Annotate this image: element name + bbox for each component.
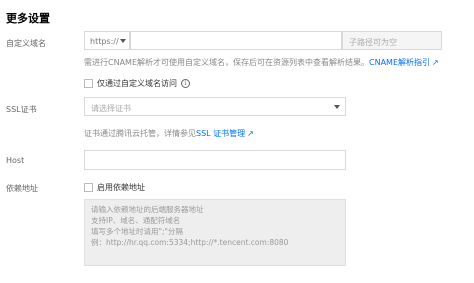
- protocol-value: https://: [90, 37, 119, 46]
- info-icon[interactable]: i: [181, 79, 190, 88]
- only-custom-domain-row: 仅通过自定义域名访问 i: [84, 78, 190, 89]
- only-custom-domain-checkbox[interactable]: [84, 79, 93, 88]
- only-custom-domain-label: 仅通过自定义域名访问: [97, 79, 177, 88]
- external-link-icon: ↗: [432, 58, 439, 67]
- dependency-hint-line: 例：http://hr.qq.com:5334;http://*.tencent…: [91, 238, 289, 247]
- path-input[interactable]: 子路径可为空: [342, 31, 442, 50]
- dependency-textarea[interactable]: 请输入依赖地址的后端服务器地址 支持IP、域名、通配符域名 填写多个地址时请用"…: [84, 199, 346, 266]
- ssl-select[interactable]: 请选择证书: [84, 97, 346, 116]
- ssl-select-placeholder: 请选择证书: [91, 104, 131, 113]
- chevron-down-icon: [120, 39, 126, 43]
- cname-guide-link[interactable]: CNAME解析指引 ↗: [369, 58, 439, 67]
- ssl-label: SSL证书: [6, 105, 37, 114]
- dependency-checkbox[interactable]: [84, 183, 93, 192]
- host-label: Host: [6, 156, 25, 165]
- custom-domain-help-text: 需进行CNAME解析才可使用自定义域名，保存后可在资源列表中查看解析结果。: [84, 58, 369, 67]
- dependency-hint-line: 填写多个地址时请用";"分隔: [91, 227, 183, 236]
- cname-guide-link-text: CNAME解析指引: [369, 58, 430, 67]
- protocol-select[interactable]: https://: [84, 31, 130, 50]
- external-link-icon: ↗: [247, 129, 254, 138]
- custom-domain-help: 需进行CNAME解析才可使用自定义域名，保存后可在资源列表中查看解析结果。CNA…: [84, 57, 439, 68]
- ssl-help-text: 证书通过腾讯云托管，详情参见: [84, 129, 196, 138]
- host-input[interactable]: [84, 150, 346, 170]
- dependency-hint-line: 请输入依赖地址的后端服务器地址: [91, 205, 204, 214]
- dependency-checkbox-row: 启用依赖地址: [84, 182, 145, 193]
- ssl-management-link-text: SSL 证书管理: [196, 129, 246, 138]
- ssl-management-link[interactable]: SSL 证书管理 ↗: [196, 129, 254, 138]
- custom-domain-label: 自定义域名: [6, 39, 46, 48]
- dependency-label: 依赖地址: [6, 184, 38, 193]
- dependency-hint-line: 支持IP、域名、通配符域名: [91, 216, 181, 225]
- ssl-help: 证书通过腾讯云托管，详情参见SSL 证书管理 ↗: [84, 128, 254, 139]
- section-title: 更多设置: [6, 12, 50, 25]
- dependency-checkbox-label: 启用依赖地址: [97, 183, 145, 192]
- domain-input[interactable]: [130, 31, 342, 50]
- path-input-placeholder: 子路径可为空: [349, 38, 397, 47]
- chevron-down-icon: [334, 105, 340, 109]
